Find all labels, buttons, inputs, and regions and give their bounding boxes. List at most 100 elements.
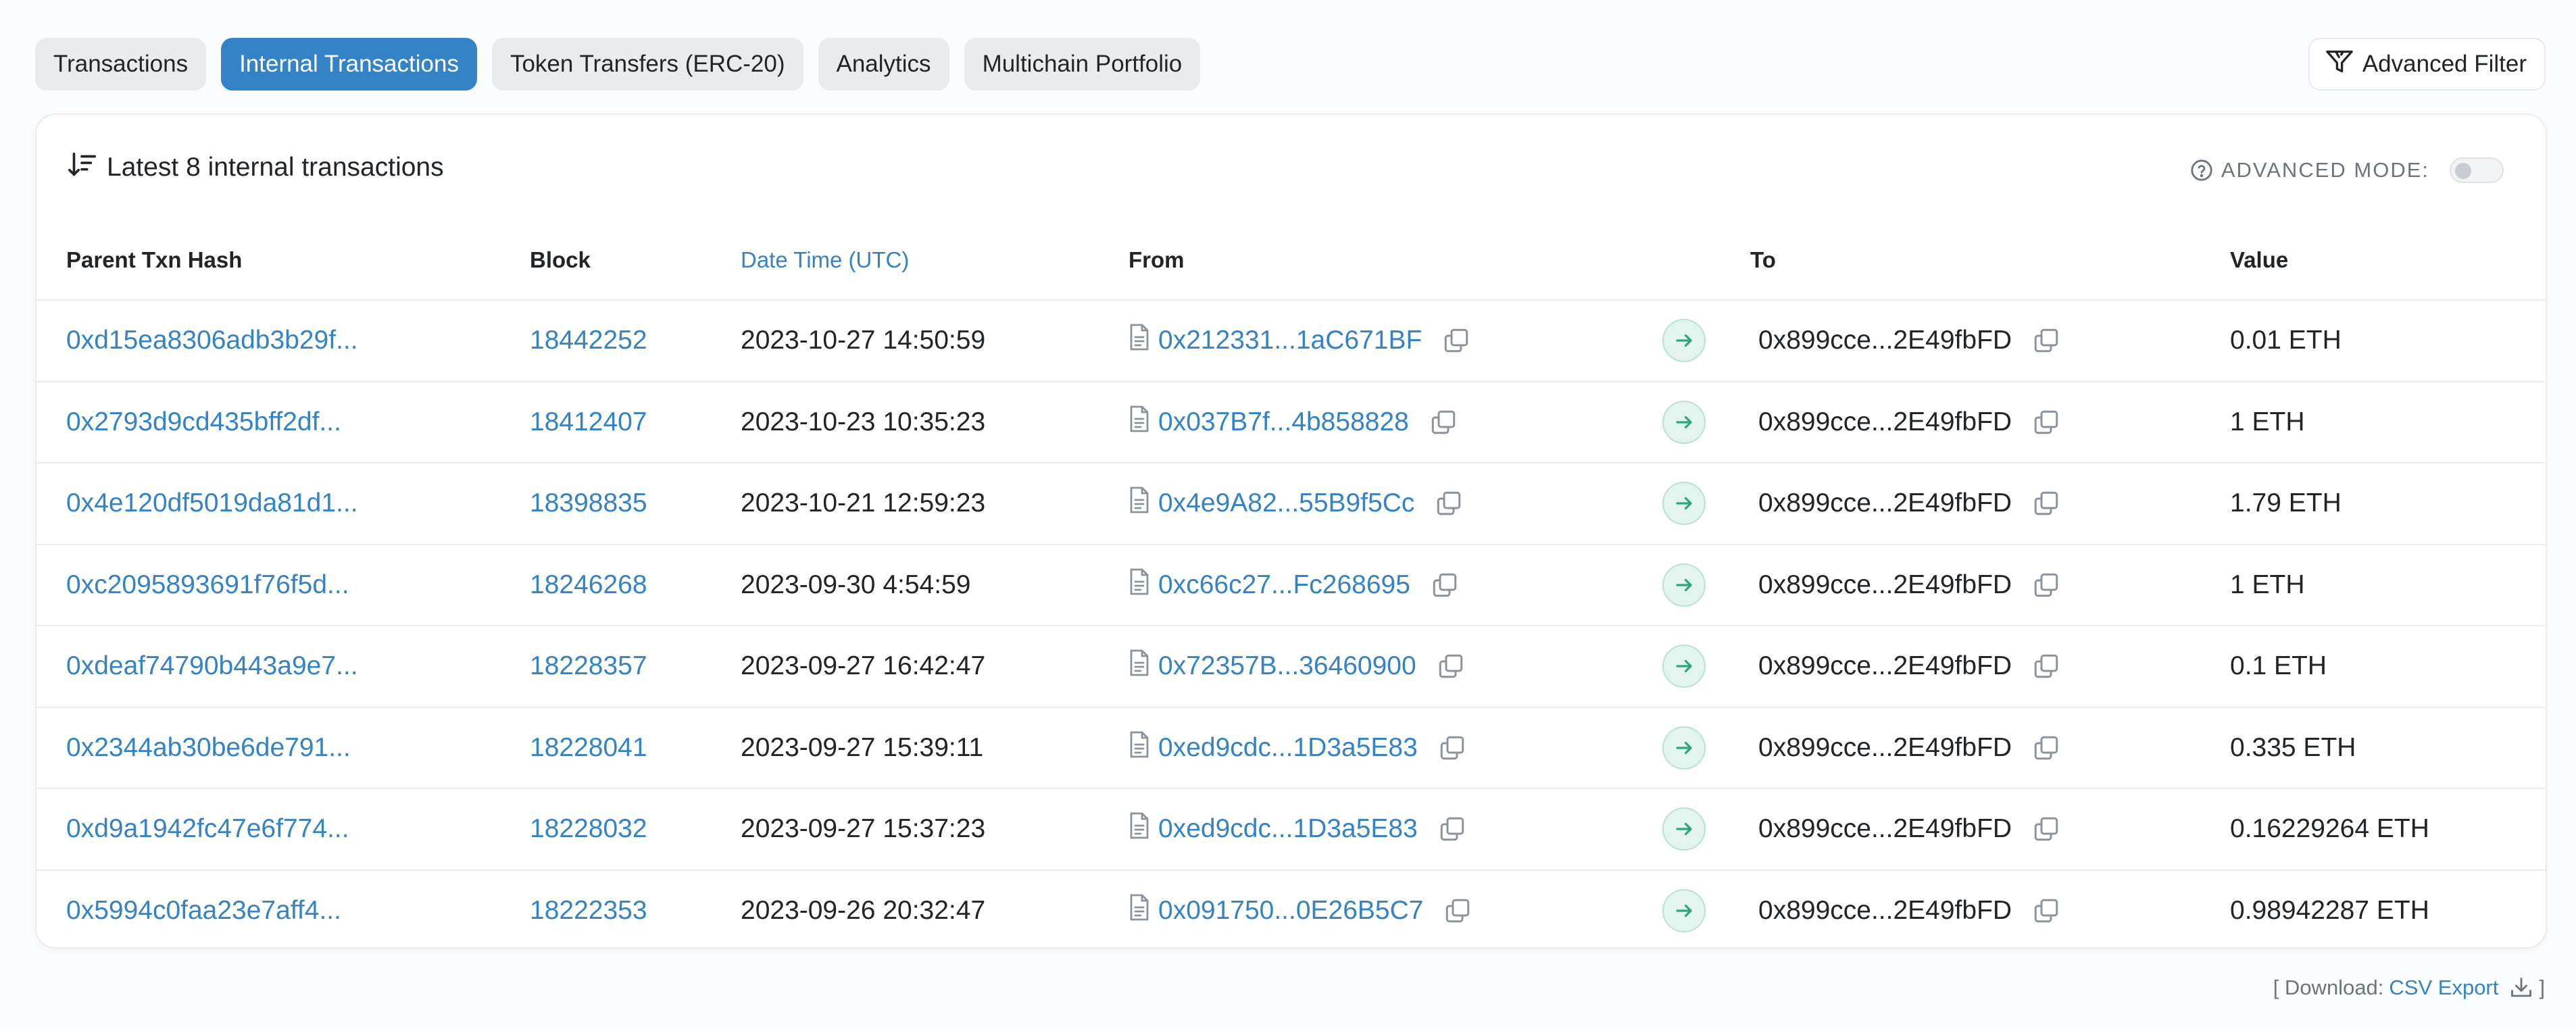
arrow-right-icon (1662, 482, 1706, 526)
card-title: Latest 8 internal transactions (107, 153, 444, 182)
block-link[interactable]: 18442252 (530, 326, 647, 355)
parent-txn-hash-link[interactable]: 0x5994c0faa23e7aff4... (66, 896, 341, 925)
document-icon (1129, 894, 1158, 928)
to-address: 0x899cce...2E49fbFD (1758, 814, 2012, 844)
tab-transactions[interactable]: Transactions (35, 38, 207, 91)
copy-icon[interactable] (1429, 408, 1458, 436)
from-cell: 0xc66c27...Fc268695 (1129, 568, 1642, 602)
sort-icon[interactable] (66, 149, 97, 186)
to-cell: 0x899cce...2E49fbFD (1750, 570, 2230, 600)
block-link[interactable]: 18412407 (530, 407, 647, 436)
block-link[interactable]: 18246268 (530, 570, 647, 599)
question-circle-icon[interactable] (2190, 159, 2213, 182)
tab-token-transfers[interactable]: Token Transfers (ERC-20) (491, 38, 803, 91)
header-block: Block (530, 220, 741, 301)
to-cell: 0x899cce...2E49fbFD (1750, 896, 2230, 926)
copy-icon[interactable] (1442, 326, 1470, 355)
advanced-filter-label: Advanced Filter (2362, 51, 2527, 77)
table-row: 0x2344ab30be6de791... 18228041 2023-09-27 … (36, 707, 2546, 789)
block-link[interactable]: 18222353 (530, 896, 647, 925)
from-address-link[interactable]: 0x72357B...36460900 (1158, 651, 1416, 681)
value: 0.01 ETH (2230, 326, 2342, 355)
from-address-link[interactable]: 0x091750...0E26B5C7 (1158, 896, 1423, 926)
tab-internal-transactions[interactable]: Internal Transactions (221, 38, 477, 91)
date-time: 2023-10-21 12:59:23 (741, 488, 986, 518)
block-link[interactable]: 18228041 (530, 733, 647, 762)
copy-icon[interactable] (2032, 408, 2060, 436)
to-cell: 0x899cce...2E49fbFD (1750, 488, 2230, 518)
from-address-link[interactable]: 0xc66c27...Fc268695 (1158, 570, 1410, 600)
copy-icon[interactable] (2032, 815, 2060, 843)
date-time: 2023-09-27 15:39:11 (741, 732, 984, 762)
copy-icon[interactable] (1438, 815, 1466, 843)
copy-icon[interactable] (2032, 489, 2060, 518)
table-row: 0x4e120df5019da81d1... 18398835 2023-10-21… (36, 463, 2546, 545)
copy-icon[interactable] (1438, 734, 1466, 762)
document-icon (1129, 324, 1158, 357)
document-icon (1129, 486, 1158, 520)
from-cell: 0x037B7f...4b858828 (1129, 405, 1642, 439)
table-row: 0x5994c0faa23e7aff4... 18222353 2023-09-26… (36, 870, 2546, 948)
parent-txn-hash-link[interactable]: 0x4e120df5019da81d1... (66, 488, 358, 518)
table-row: 0xd15ea8306adb3b29f... 18442252 2023-10-27… (36, 300, 2546, 382)
from-address-link[interactable]: 0x212331...1aC671BF (1158, 326, 1422, 355)
copy-icon[interactable] (1443, 897, 1472, 925)
date-time: 2023-09-27 15:37:23 (741, 814, 986, 844)
copy-icon[interactable] (2032, 326, 2060, 355)
from-cell: 0x212331...1aC671BF (1129, 324, 1642, 357)
document-icon (1129, 649, 1158, 683)
parent-txn-hash-link[interactable]: 0x2793d9cd435bff2df... (66, 407, 341, 436)
copy-icon[interactable] (2032, 571, 2060, 599)
header-to: To (1750, 220, 2230, 301)
copy-icon[interactable] (1431, 571, 1459, 599)
parent-txn-hash-link[interactable]: 0x2344ab30be6de791... (66, 733, 351, 762)
to-address: 0x899cce...2E49fbFD (1758, 732, 2012, 762)
table-row: 0x2793d9cd435bff2df... 18412407 2023-10-23… (36, 381, 2546, 463)
parent-txn-hash-link[interactable]: 0xd15ea8306adb3b29f... (66, 326, 358, 355)
value: 1.79 ETH (2230, 488, 2342, 518)
parent-txn-hash-link[interactable]: 0xdeaf74790b443a9e7... (66, 651, 358, 680)
document-icon (1129, 812, 1158, 846)
table-row: 0xc2095893691f76f5d... 18246268 2023-09-30… (36, 544, 2546, 626)
to-address: 0x899cce...2E49fbFD (1758, 570, 2012, 599)
tab-multichain-portfolio[interactable]: Multichain Portfolio (964, 38, 1201, 91)
arrow-right-icon (1662, 726, 1706, 770)
header-date-time[interactable]: Date Time (UTC) (741, 220, 1129, 301)
copy-icon[interactable] (2032, 897, 2060, 925)
from-address-link[interactable]: 0x4e9A82...55B9f5Cc (1158, 488, 1414, 518)
advanced-mode-toggle[interactable] (2450, 157, 2504, 183)
parent-txn-hash-link[interactable]: 0xd9a1942fc47e6f774... (66, 814, 349, 843)
download-prefix: [ Download: (2273, 976, 2384, 999)
copy-icon[interactable] (1435, 489, 1463, 518)
value: 0.335 ETH (2230, 732, 2356, 762)
block-link[interactable]: 18228357 (530, 651, 647, 680)
csv-export-link[interactable]: CSV Export (2389, 976, 2498, 1000)
to-cell: 0x899cce...2E49fbFD (1750, 651, 2230, 681)
filter-icon (2325, 48, 2354, 81)
copy-icon[interactable] (1437, 652, 1465, 680)
copy-icon[interactable] (2032, 652, 2060, 680)
parent-txn-hash-link[interactable]: 0xc2095893691f76f5d... (66, 570, 349, 599)
to-address: 0x899cce...2E49fbFD (1758, 896, 2012, 926)
table-row: 0xd9a1942fc47e6f774... 18228032 2023-09-27… (36, 788, 2546, 871)
from-address-link[interactable]: 0xed9cdc...1D3a5E83 (1158, 733, 1418, 763)
copy-icon[interactable] (2032, 734, 2060, 762)
header-parent-txn-hash: Parent Txn Hash (36, 220, 530, 301)
header-value: Value (2230, 220, 2546, 301)
to-cell: 0x899cce...2E49fbFD (1750, 733, 2230, 763)
document-icon (1129, 568, 1158, 602)
value: 1 ETH (2230, 570, 2305, 599)
header-direction (1642, 220, 1750, 301)
to-address: 0x899cce...2E49fbFD (1758, 407, 2012, 436)
download-icon[interactable] (2509, 976, 2533, 1000)
advanced-filter-button[interactable]: Advanced Filter (2308, 38, 2546, 91)
from-address-link[interactable]: 0xed9cdc...1D3a5E83 (1158, 814, 1418, 844)
from-cell: 0x4e9A82...55B9f5Cc (1129, 486, 1642, 520)
from-cell: 0x72357B...36460900 (1129, 649, 1642, 683)
from-address-link[interactable]: 0x037B7f...4b858828 (1158, 407, 1409, 437)
block-link[interactable]: 18228032 (530, 814, 647, 843)
value: 0.1 ETH (2230, 651, 2327, 681)
block-link[interactable]: 18398835 (530, 488, 647, 518)
advanced-mode: ADVANCED MODE: (2190, 155, 2504, 185)
tab-analytics[interactable]: Analytics (818, 38, 949, 91)
